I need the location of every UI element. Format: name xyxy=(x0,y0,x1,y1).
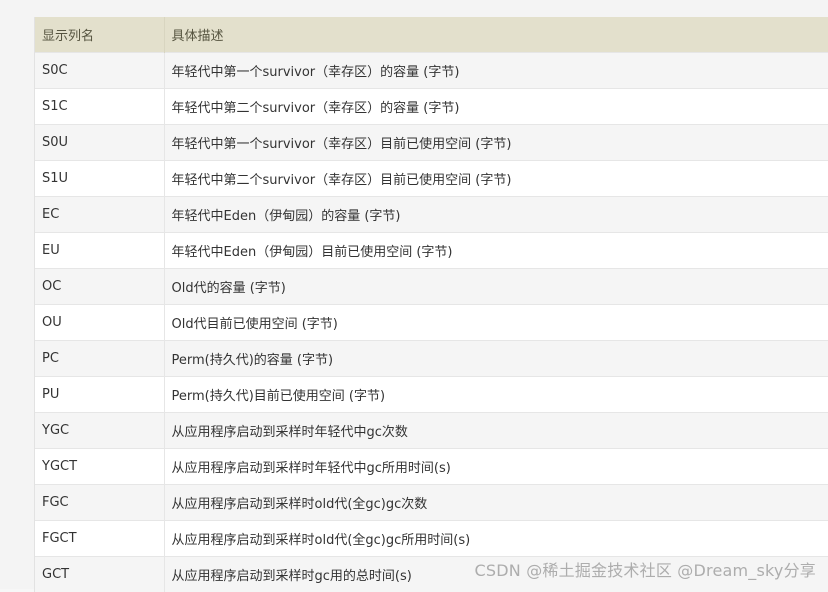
column-name-cell: S0U xyxy=(35,125,164,161)
description-cell: Perm(持久代)的容量 (字节) xyxy=(164,341,828,377)
description-cell: 年轻代中Eden（伊甸园）目前已使用空间 (字节) xyxy=(164,233,828,269)
table-row: S1U年轻代中第二个survivor（幸存区）目前已使用空间 (字节) xyxy=(35,161,828,197)
column-name-cell: OC xyxy=(35,269,164,305)
column-name-cell: FGC xyxy=(35,485,164,521)
column-name-cell: FGCT xyxy=(35,521,164,557)
table-header-row: 显示列名 具体描述 xyxy=(35,17,828,53)
jstat-columns-table-container: 显示列名 具体描述 S0C年轻代中第一个survivor（幸存区）的容量 (字节… xyxy=(34,17,828,592)
description-cell: 年轻代中Eden（伊甸园）的容量 (字节) xyxy=(164,197,828,233)
table-row: S0U年轻代中第一个survivor（幸存区）目前已使用空间 (字节) xyxy=(35,125,828,161)
description-cell: 年轻代中第二个survivor（幸存区）目前已使用空间 (字节) xyxy=(164,161,828,197)
description-cell: 从应用程序启动到采样时年轻代中gc所用时间(s) xyxy=(164,449,828,485)
column-name-cell: EC xyxy=(35,197,164,233)
description-cell: Perm(持久代)目前已使用空间 (字节) xyxy=(164,377,828,413)
column-name-cell: S0C xyxy=(35,53,164,89)
description-cell: Old代的容量 (字节) xyxy=(164,269,828,305)
page: 显示列名 具体描述 S0C年轻代中第一个survivor（幸存区）的容量 (字节… xyxy=(0,0,828,589)
column-name-cell: S1U xyxy=(35,161,164,197)
table-row: PUPerm(持久代)目前已使用空间 (字节) xyxy=(35,377,828,413)
description-cell: 年轻代中第二个survivor（幸存区）的容量 (字节) xyxy=(164,89,828,125)
table-row: EU年轻代中Eden（伊甸园）目前已使用空间 (字节) xyxy=(35,233,828,269)
column-name-cell: PU xyxy=(35,377,164,413)
table-row: OCOld代的容量 (字节) xyxy=(35,269,828,305)
column-name-cell: YGCT xyxy=(35,449,164,485)
table-row: FGC从应用程序启动到采样时old代(全gc)gc次数 xyxy=(35,485,828,521)
description-cell: Old代目前已使用空间 (字节) xyxy=(164,305,828,341)
description-cell: 年轻代中第一个survivor（幸存区）的容量 (字节) xyxy=(164,53,828,89)
column-name-cell: OU xyxy=(35,305,164,341)
column-name-cell: GCT xyxy=(35,557,164,592)
table-row: OUOld代目前已使用空间 (字节) xyxy=(35,305,828,341)
column-name-cell: PC xyxy=(35,341,164,377)
table-row: YGCT从应用程序启动到采样时年轻代中gc所用时间(s) xyxy=(35,449,828,485)
table-row: S1C年轻代中第二个survivor（幸存区）的容量 (字节) xyxy=(35,89,828,125)
table-row: S0C年轻代中第一个survivor（幸存区）的容量 (字节) xyxy=(35,53,828,89)
table-row: EC年轻代中Eden（伊甸园）的容量 (字节) xyxy=(35,197,828,233)
description-cell: 从应用程序启动到采样时old代(全gc)gc次数 xyxy=(164,485,828,521)
watermark: CSDN @稀土掘金技术社区 @Dream_sky分享 xyxy=(475,557,816,581)
column-name-cell: S1C xyxy=(35,89,164,125)
header-description: 具体描述 xyxy=(164,17,828,53)
table-row: PCPerm(持久代)的容量 (字节) xyxy=(35,341,828,377)
header-column-name: 显示列名 xyxy=(35,17,164,53)
description-cell: 从应用程序启动到采样时年轻代中gc次数 xyxy=(164,413,828,449)
table-row: FGCT从应用程序启动到采样时old代(全gc)gc所用时间(s) xyxy=(35,521,828,557)
description-cell: 从应用程序启动到采样时old代(全gc)gc所用时间(s) xyxy=(164,521,828,557)
column-name-cell: EU xyxy=(35,233,164,269)
jstat-columns-table: 显示列名 具体描述 S0C年轻代中第一个survivor（幸存区）的容量 (字节… xyxy=(35,17,828,592)
description-cell: 年轻代中第一个survivor（幸存区）目前已使用空间 (字节) xyxy=(164,125,828,161)
table-body: S0C年轻代中第一个survivor（幸存区）的容量 (字节)S1C年轻代中第二… xyxy=(35,53,828,592)
table-row: YGC从应用程序启动到采样时年轻代中gc次数 xyxy=(35,413,828,449)
column-name-cell: YGC xyxy=(35,413,164,449)
